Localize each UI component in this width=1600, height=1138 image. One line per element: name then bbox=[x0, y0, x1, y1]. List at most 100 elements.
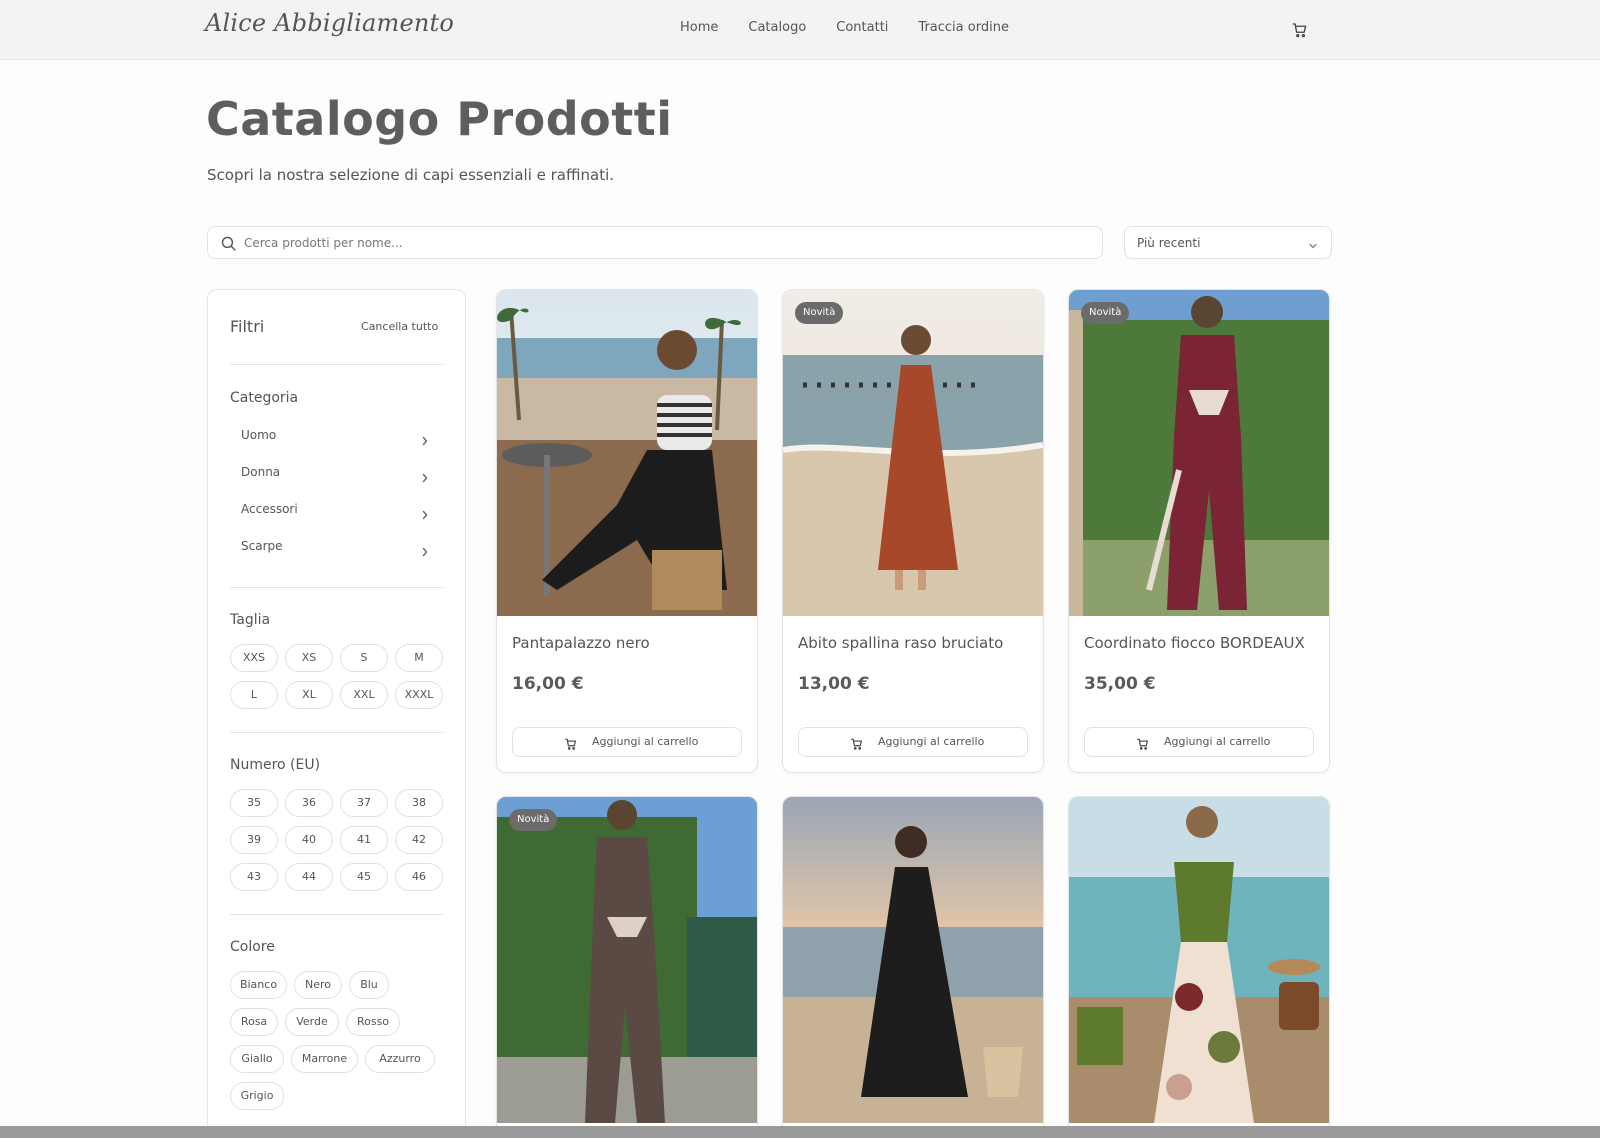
search-input[interactable] bbox=[244, 227, 1094, 258]
add-to-cart-button[interactable]: Aggiungi al carrello bbox=[1084, 727, 1314, 757]
nav-contatti[interactable]: Contatti bbox=[836, 20, 888, 35]
cart-icon[interactable] bbox=[1291, 21, 1309, 39]
filters-sidebar: Filtri Cancella tutto Categoria Uomo Don… bbox=[207, 289, 466, 1138]
shoe-size-chip[interactable]: 35 bbox=[230, 789, 278, 817]
size-chip[interactable]: XXL bbox=[340, 681, 388, 709]
size-chip[interactable]: L bbox=[230, 681, 278, 709]
shoe-size-chip[interactable]: 44 bbox=[285, 863, 333, 891]
product-price: 13,00 € bbox=[798, 674, 870, 694]
chevron-right-icon bbox=[420, 505, 430, 520]
new-badge: Novità bbox=[509, 809, 558, 831]
category-item-uomo[interactable]: Uomo bbox=[230, 421, 443, 451]
add-to-cart-label: Aggiungi al carrello bbox=[878, 735, 985, 748]
chevron-right-icon bbox=[420, 431, 430, 446]
size-chip[interactable]: XL bbox=[285, 681, 333, 709]
new-badge: Novità bbox=[1081, 302, 1130, 324]
cart-icon bbox=[850, 736, 864, 750]
divider bbox=[230, 732, 443, 733]
size-chip[interactable]: S bbox=[340, 644, 388, 672]
color-title: Colore bbox=[230, 939, 275, 955]
color-chip[interactable]: Marrone bbox=[291, 1045, 358, 1073]
size-chip[interactable]: XXXL bbox=[395, 681, 443, 709]
color-chip[interactable]: Rosso bbox=[346, 1008, 400, 1036]
color-chip[interactable]: Verde bbox=[285, 1008, 339, 1036]
add-to-cart-label: Aggiungi al carrello bbox=[592, 735, 699, 748]
size-chip[interactable]: XS bbox=[285, 644, 333, 672]
shoe-size-chip[interactable]: 36 bbox=[285, 789, 333, 817]
color-chip[interactable]: Bianco bbox=[230, 971, 287, 999]
top-navbar: Alice Abbigliamento Home Catalogo Contat… bbox=[0, 0, 1600, 60]
color-chip[interactable]: Azzurro bbox=[365, 1045, 435, 1073]
shoe-size-chip[interactable]: 43 bbox=[230, 863, 278, 891]
chevron-down-icon bbox=[1307, 237, 1319, 249]
page-title: Catalogo Prodotti bbox=[206, 92, 673, 146]
add-to-cart-label: Aggiungi al carrello bbox=[1164, 735, 1271, 748]
product-name[interactable]: Pantapalazzo nero bbox=[512, 634, 650, 652]
chevron-right-icon bbox=[420, 542, 430, 557]
chevron-right-icon bbox=[420, 468, 430, 483]
category-label: Scarpe bbox=[241, 539, 283, 553]
product-image[interactable] bbox=[783, 797, 1043, 1123]
category-item-scarpe[interactable]: Scarpe bbox=[230, 532, 443, 562]
search-icon bbox=[220, 235, 237, 252]
shoe-size-chip[interactable]: 42 bbox=[395, 826, 443, 854]
cart-icon bbox=[564, 736, 578, 750]
horizontal-scrollbar[interactable] bbox=[0, 1126, 1600, 1138]
color-chip[interactable]: Rosa bbox=[230, 1008, 278, 1036]
shoe-size-title: Numero (EU) bbox=[230, 757, 321, 773]
add-to-cart-button[interactable]: Aggiungi al carrello bbox=[798, 727, 1028, 757]
color-chip[interactable]: Nero bbox=[294, 971, 342, 999]
product-name[interactable]: Abito spallina raso bruciato bbox=[798, 634, 1003, 652]
cart-icon bbox=[1136, 736, 1150, 750]
shoe-size-chip[interactable]: 46 bbox=[395, 863, 443, 891]
size-chip[interactable]: M bbox=[395, 644, 443, 672]
product-price: 35,00 € bbox=[1084, 674, 1156, 694]
sort-select[interactable]: Più recenti bbox=[1124, 226, 1332, 259]
product-card[interactable]: Pantapalazzo nero 16,00 € Aggiungi al ca… bbox=[496, 289, 758, 773]
sort-selected-label: Più recenti bbox=[1137, 236, 1201, 250]
product-image[interactable] bbox=[1069, 290, 1329, 616]
category-item-donna[interactable]: Donna bbox=[230, 458, 443, 488]
product-card[interactable] bbox=[782, 796, 1044, 1138]
category-label: Donna bbox=[241, 465, 281, 479]
category-label: Accessori bbox=[241, 502, 298, 516]
product-name[interactable]: Coordinato fiocco BORDEAUX bbox=[1084, 634, 1305, 652]
nav-catalogo[interactable]: Catalogo bbox=[748, 20, 806, 35]
nav-traccia-ordine[interactable]: Traccia ordine bbox=[918, 20, 1009, 35]
clear-all-button[interactable]: Cancella tutto bbox=[361, 320, 438, 333]
product-card[interactable] bbox=[1068, 796, 1330, 1138]
category-title: Categoria bbox=[230, 390, 299, 406]
nav-home[interactable]: Home bbox=[680, 20, 718, 35]
main-nav: Home Catalogo Contatti Traccia ordine bbox=[680, 20, 1009, 35]
add-to-cart-button[interactable]: Aggiungi al carrello bbox=[512, 727, 742, 757]
site-logo[interactable]: Alice Abbigliamento bbox=[205, 9, 454, 37]
product-card[interactable]: Novità Coordinato fiocco BORDEAUX 35,00 … bbox=[1068, 289, 1330, 773]
color-chip[interactable]: Grigio bbox=[230, 1082, 284, 1110]
divider bbox=[230, 364, 443, 365]
product-image[interactable] bbox=[497, 290, 757, 616]
category-label: Uomo bbox=[241, 428, 277, 442]
color-chip[interactable]: Blu bbox=[349, 971, 389, 999]
divider bbox=[230, 914, 443, 915]
product-image[interactable] bbox=[497, 797, 757, 1123]
search-bar bbox=[207, 226, 1103, 259]
product-image[interactable] bbox=[783, 290, 1043, 616]
new-badge: Novità bbox=[795, 302, 844, 324]
shoe-size-chip[interactable]: 45 bbox=[340, 863, 388, 891]
divider bbox=[230, 587, 443, 588]
size-title: Taglia bbox=[230, 612, 271, 628]
product-image[interactable] bbox=[1069, 797, 1329, 1123]
page-subtitle: Scopri la nostra selezione di capi essen… bbox=[207, 166, 615, 184]
shoe-size-chip[interactable]: 39 bbox=[230, 826, 278, 854]
shoe-size-chip[interactable]: 41 bbox=[340, 826, 388, 854]
filters-title: Filtri bbox=[230, 317, 265, 336]
color-chip[interactable]: Giallo bbox=[230, 1045, 284, 1073]
shoe-size-chip[interactable]: 38 bbox=[395, 789, 443, 817]
shoe-size-chip[interactable]: 37 bbox=[340, 789, 388, 817]
product-card[interactable]: Novità bbox=[496, 796, 758, 1138]
category-item-accessori[interactable]: Accessori bbox=[230, 495, 443, 525]
shoe-size-chip[interactable]: 40 bbox=[285, 826, 333, 854]
size-chip[interactable]: XXS bbox=[230, 644, 278, 672]
product-card[interactable]: Novità Abito spallina raso bruciato 13,0… bbox=[782, 289, 1044, 773]
product-price: 16,00 € bbox=[512, 674, 584, 694]
